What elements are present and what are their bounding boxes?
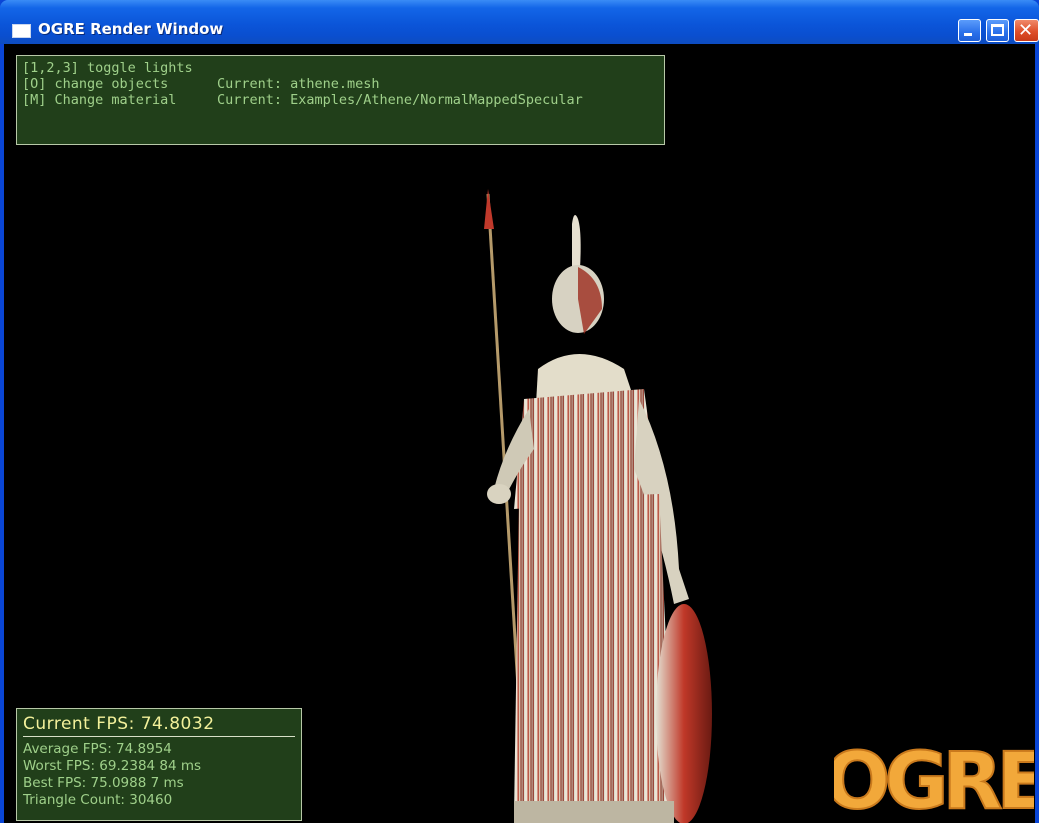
ogre-logo: OGRE — [834, 736, 1034, 823]
title-bar[interactable]: OGRE Render Window ✕ — [0, 0, 1039, 44]
help-row-lights: [1,2,3] toggle lights — [22, 60, 664, 76]
minimize-icon — [964, 33, 972, 36]
minimize-button[interactable] — [958, 19, 981, 42]
help-row-objects: [O] change objects Current: athene.mesh — [22, 76, 664, 92]
best-fps: Best FPS: 75.0988 7 ms — [23, 775, 184, 791]
stats-divider — [23, 736, 295, 737]
average-fps: Average FPS: 74.8954 — [23, 741, 172, 757]
maximize-button[interactable] — [986, 19, 1009, 42]
render-viewport[interactable]: [1,2,3] toggle lights [O] change objects… — [4, 44, 1035, 823]
athene-statue-render — [484, 189, 712, 823]
current-fps: Current FPS: 74.8032 — [23, 714, 215, 734]
help-key: [O] change objects — [22, 76, 169, 92]
maximize-icon — [991, 24, 1004, 36]
window-icon — [12, 24, 31, 38]
window-title: OGRE Render Window — [38, 20, 224, 38]
ogre-render-window: OGRE Render Window ✕ [1,2,3] toggle ligh… — [0, 0, 1039, 823]
fps-stats-overlay: Current FPS: 74.8032 Average FPS: 74.895… — [16, 708, 302, 821]
controls-help-overlay: [1,2,3] toggle lights [O] change objects… — [16, 55, 665, 145]
svg-text:OGRE: OGRE — [834, 737, 1034, 823]
help-row-material: [M] Change material Current: Examples/At… — [22, 92, 664, 108]
close-button[interactable]: ✕ — [1014, 19, 1039, 42]
help-key: [1,2,3] toggle lights — [22, 60, 193, 76]
help-value: Current: Examples/Athene/NormalMappedSpe… — [217, 92, 583, 108]
help-value: Current: athene.mesh — [217, 76, 380, 92]
help-key: [M] Change material — [22, 92, 177, 108]
close-icon: ✕ — [1018, 20, 1034, 41]
worst-fps: Worst FPS: 69.2384 84 ms — [23, 758, 202, 774]
triangle-count: Triangle Count: 30460 — [23, 792, 173, 808]
